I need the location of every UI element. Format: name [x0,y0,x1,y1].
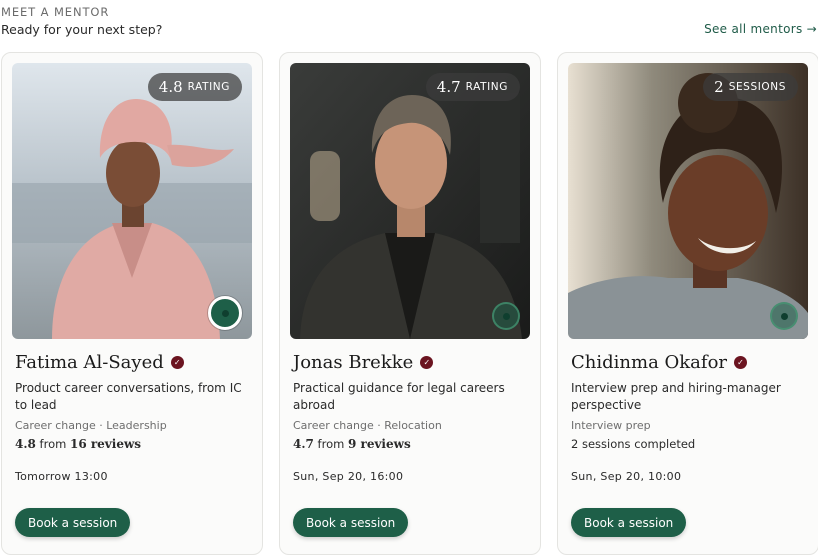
mentor-card[interactable]: 4.7 RATING Jonas Brekke ✓ Practical guid… [279,52,541,555]
mentor-stats: 2 sessions completed [571,437,695,451]
mentor-photo: 4.7 RATING [290,63,530,339]
section-eyebrow: MEET A MENTOR [1,5,110,19]
mentor-tagline: Interview prep and hiring-manager perspe… [571,381,781,412]
mentor-tagline: Product career conversations, from IC to… [15,381,242,412]
online-status-icon [492,302,520,330]
mentor-topics: Interview prep [571,419,651,432]
book-session-button[interactable]: Book a session [293,508,409,537]
mentor-topics: Career change · Relocation [293,419,442,432]
online-status-icon [770,302,798,330]
stats-connector: from [39,437,67,451]
see-all-mentors-link[interactable]: See all mentors → [704,22,817,36]
rating-pill: 4.7 RATING [425,73,520,101]
verified-check-icon: ✓ [420,356,434,369]
mentor-card[interactable]: 4.8 RATING Fatima Al-Sayed ✓ Product car… [1,52,263,555]
verified-check-icon: ✓ [170,356,184,369]
sessions-completed: 2 sessions completed [571,437,696,451]
mentor-stats: 4.8 from 16 reviews [15,437,141,451]
verified-check-icon: ✓ [734,356,748,369]
mentor-name: Fatima Al-Sayed [15,352,164,373]
stats-connector: from [317,437,345,451]
rating-value: 4.7 [293,437,314,451]
review-count: 16 reviews [69,437,142,451]
mentor-tagline: Practical guidance for legal careers abr… [293,381,505,412]
rating-pill: 4.8 RATING [147,73,242,101]
next-available-slot: Tomorrow 13:00 [15,470,108,483]
online-status-icon [208,296,242,330]
mentor-photo: 2 SESSIONS [568,63,808,339]
next-available-slot: Sun, Sep 20, 10:00 [571,470,682,483]
next-available-slot: Sun, Sep 20, 16:00 [293,470,404,483]
mentor-name: Jonas Brekke [293,352,414,373]
mentor-topics: Career change · Leadership [15,419,167,432]
sessions-pill: 2 SESSIONS [703,73,798,101]
rating-value: 4.8 [15,437,36,451]
book-session-button[interactable]: Book a session [15,508,131,537]
review-count: 9 reviews [347,437,411,451]
mentor-stats: 4.7 from 9 reviews [293,437,411,451]
mentor-card[interactable]: 2 SESSIONS Chidinma Okafor ✓ Interview p… [557,52,818,555]
section-subtitle: Ready for your next step? [1,22,163,37]
mentor-photo: 4.8 RATING [12,63,252,339]
mentor-name: Chidinma Okafor [571,352,728,373]
book-session-button[interactable]: Book a session [571,508,687,537]
